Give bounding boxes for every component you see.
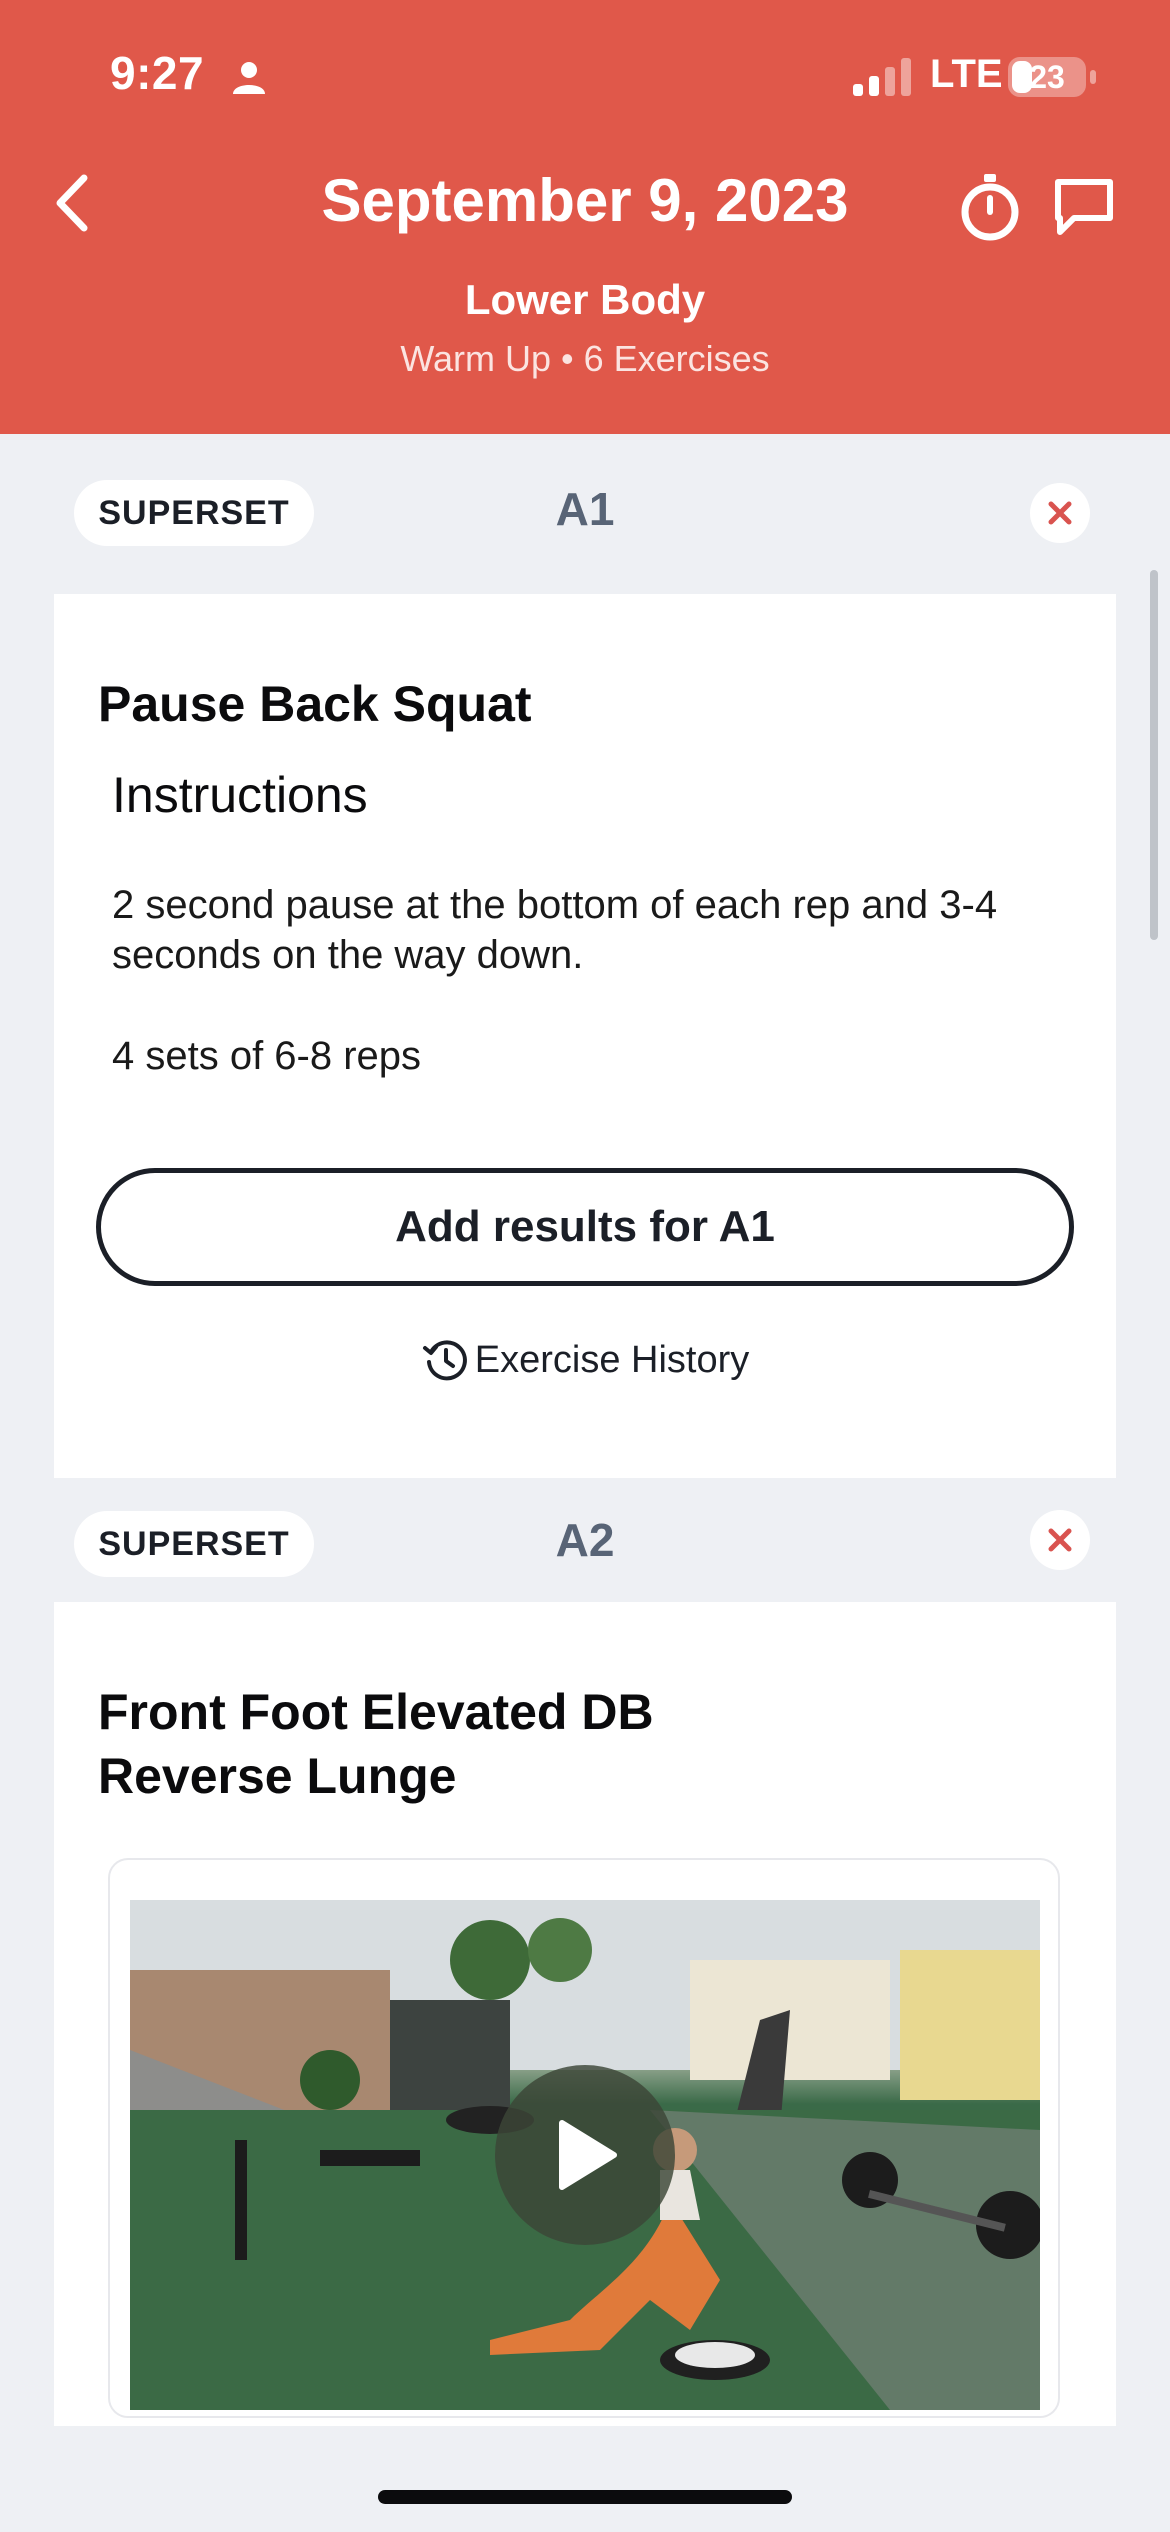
bottom-safe-area	[0, 2426, 1170, 2532]
superset-label: A2	[555, 1514, 615, 1566]
history-clock-icon	[422, 1340, 467, 1381]
battery-tip	[1090, 70, 1096, 84]
status-time: 9:27	[110, 47, 205, 99]
instructions-body: 2 second pause at the bottom of each rep…	[112, 883, 998, 977]
add-results-button[interactable]: Add results for A1	[96, 1168, 1074, 1286]
superset-label: A1	[555, 483, 615, 535]
close-icon	[1048, 501, 1072, 525]
workout-subtitle: Warm Up • 6 Exercises	[400, 338, 770, 379]
exercise-history-link[interactable]: Exercise History	[0, 1336, 1170, 1384]
chat-bubble-icon[interactable]	[1052, 176, 1116, 238]
exercise-title-line-2: Reverse Lunge	[98, 1748, 457, 1804]
superset-header-a2: SUPERSET A2	[50, 1478, 1120, 1602]
play-button[interactable]	[495, 2065, 675, 2245]
workout-name: Lower Body	[464, 276, 706, 323]
instructions-sets: 4 sets of 6-8 reps	[112, 1034, 422, 1078]
person-icon	[233, 62, 265, 94]
network-type: LTE	[930, 52, 1003, 96]
exercise-history-label: Exercise History	[474, 1338, 750, 1381]
play-icon	[559, 2120, 617, 2190]
home-indicator[interactable]	[378, 2490, 792, 2504]
exercise-title-line-1: Front Foot Elevated DB	[98, 1684, 654, 1740]
battery-level: 23	[1029, 58, 1065, 95]
superset-header-a1: SUPERSET A1	[50, 434, 1120, 594]
scrollbar[interactable]	[1150, 570, 1158, 940]
signal-icon	[853, 58, 911, 96]
close-icon	[1048, 1528, 1072, 1552]
instructions-heading: Instructions	[112, 767, 368, 823]
app-header: 9:27 LTE 23 September 9, 2023 Lower Body…	[0, 0, 1170, 434]
battery-icon: 23	[1008, 57, 1086, 97]
exercise-video-thumbnail[interactable]	[130, 1900, 1040, 2410]
exercise-title: Pause Back Squat	[98, 676, 532, 732]
remove-exercise-button[interactable]	[1030, 483, 1090, 543]
remove-exercise-button[interactable]	[1030, 1510, 1090, 1570]
status-bar: 9:27 LTE 23	[0, 0, 1170, 150]
stopwatch-icon[interactable]	[958, 172, 1022, 242]
